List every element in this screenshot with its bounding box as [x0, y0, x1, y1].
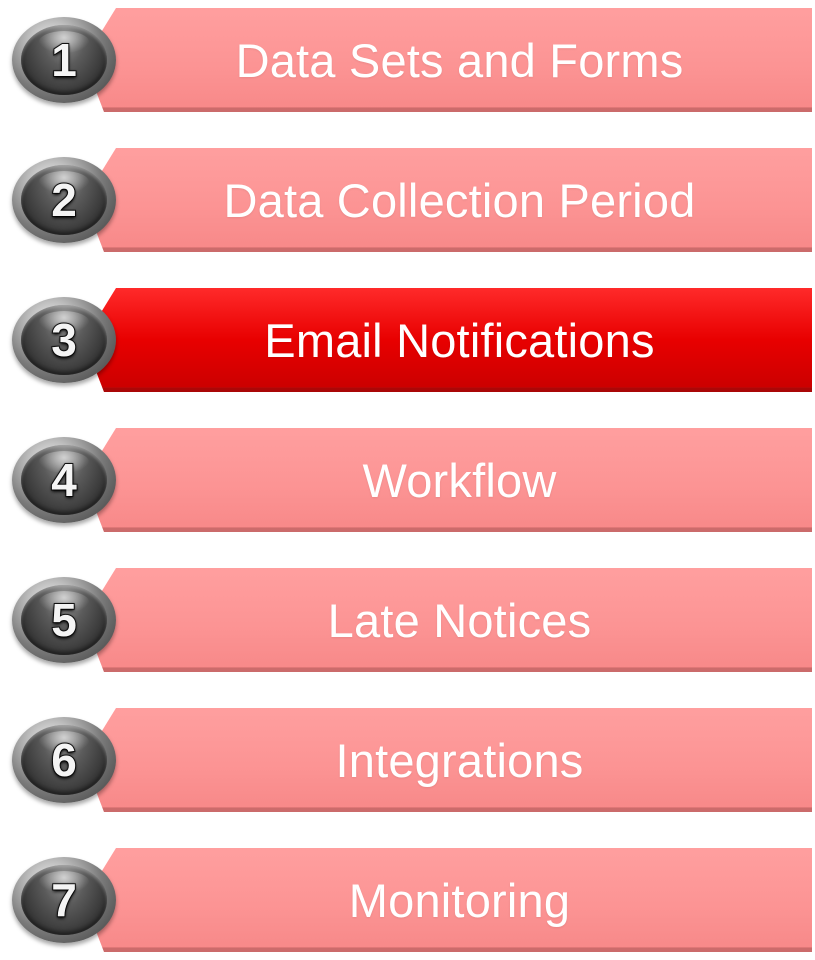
step-number-badge-icon: 3: [12, 297, 116, 383]
step-2-data-collection-period[interactable]: Data Collection Period 2: [0, 140, 815, 260]
step-number-badge-icon: 1: [12, 17, 116, 103]
step-7-monitoring[interactable]: Monitoring 7: [0, 840, 815, 960]
step-6-integrations[interactable]: Integrations 6: [0, 700, 815, 820]
step-label: Late Notices: [327, 593, 592, 647]
step-number: 5: [50, 593, 78, 647]
step-number: 4: [50, 453, 78, 507]
step-number: 6: [50, 733, 78, 787]
step-number-badge-icon: 5: [12, 577, 116, 663]
step-label: Data Collection Period: [223, 173, 696, 227]
step-number-badge-icon: 7: [12, 857, 116, 943]
step-number: 3: [50, 313, 78, 367]
step-label: Workflow: [362, 453, 557, 507]
step-number: 1: [50, 33, 78, 87]
step-5-late-notices[interactable]: Late Notices 5: [0, 560, 815, 680]
step-label: Integrations: [335, 733, 584, 787]
step-label: Email Notifications: [264, 313, 655, 367]
step-number-badge-icon: 6: [12, 717, 116, 803]
step-list: Data Sets and Forms 1 Data Collection Pe…: [0, 0, 815, 953]
step-label: Monitoring: [348, 873, 571, 927]
step-label: Data Sets and Forms: [235, 33, 684, 87]
step-number-badge-icon: 2: [12, 157, 116, 243]
step-number: 2: [50, 173, 78, 227]
step-number: 7: [50, 873, 78, 927]
step-1-data-sets-and-forms[interactable]: Data Sets and Forms 1: [0, 0, 815, 120]
step-3-email-notifications[interactable]: Email Notifications 3: [0, 280, 815, 400]
step-number-badge-icon: 4: [12, 437, 116, 523]
step-4-workflow[interactable]: Workflow 4: [0, 420, 815, 540]
